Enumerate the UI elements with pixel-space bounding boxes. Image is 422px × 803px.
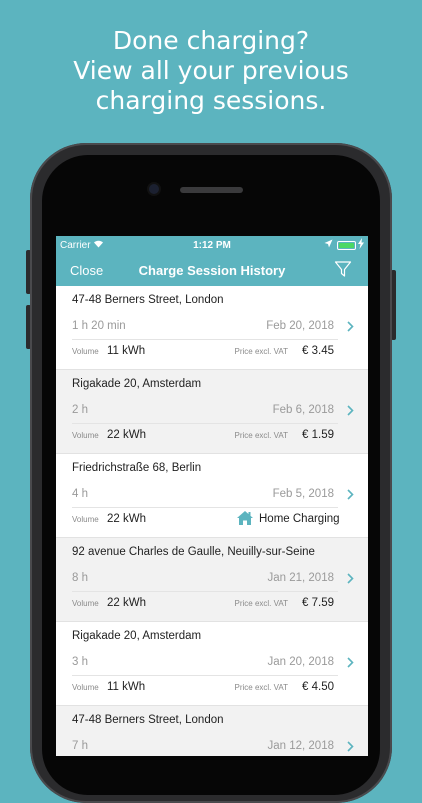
session-item[interactable]: Friedrichstraße 68, Berlin 4 h Feb 5, 20… bbox=[56, 454, 368, 538]
session-item[interactable]: 47-48 Berners Street, London 1 h 20 min … bbox=[56, 286, 368, 370]
session-duration: 1 h 20 min bbox=[72, 320, 126, 332]
session-address: Friedrichstraße 68, Berlin bbox=[72, 462, 202, 474]
chevron-right-icon bbox=[347, 488, 354, 503]
price-value: € 4.50 bbox=[302, 681, 334, 693]
filter-icon[interactable] bbox=[334, 260, 352, 278]
price-label: Price excl. VAT bbox=[234, 683, 289, 692]
earpiece-speaker bbox=[180, 187, 243, 193]
session-date: Jan 20, 2018 bbox=[267, 656, 334, 668]
session-date: Jan 21, 2018 bbox=[267, 572, 334, 584]
volume-value: 11 kWh bbox=[107, 681, 146, 693]
session-duration: 7 h bbox=[72, 740, 88, 752]
volume-value: 22 kWh bbox=[107, 429, 146, 441]
home-charging-label: Home Charging bbox=[259, 513, 340, 525]
promo-headline: Done charging? View all your previous ch… bbox=[0, 26, 422, 116]
chevron-right-icon bbox=[347, 740, 354, 755]
volume-label: Volume bbox=[72, 347, 99, 356]
volume-value: 22 kWh bbox=[107, 513, 146, 525]
home-icon bbox=[236, 510, 254, 526]
volume-label: Volume bbox=[72, 683, 99, 692]
row-divider bbox=[72, 423, 338, 424]
session-duration: 3 h bbox=[72, 656, 88, 668]
price-value: € 7.59 bbox=[302, 597, 334, 609]
row-divider bbox=[72, 591, 338, 592]
price-label: Price excl. VAT bbox=[234, 347, 289, 356]
session-duration: 2 h bbox=[72, 404, 88, 416]
session-date: Feb 6, 2018 bbox=[272, 404, 334, 416]
row-divider bbox=[72, 507, 338, 508]
battery-icon bbox=[337, 241, 356, 250]
session-item[interactable]: Rigakade 20, Amsterdam 3 h Jan 20, 2018 … bbox=[56, 622, 368, 706]
volume-value: 11 kWh bbox=[107, 345, 146, 357]
price-value: € 3.45 bbox=[302, 345, 334, 357]
price-label: Price excl. VAT bbox=[234, 599, 289, 608]
headline-line-3: charging sessions. bbox=[95, 86, 327, 115]
session-item[interactable]: 47-48 Berners Street, London 7 h Jan 12,… bbox=[56, 706, 368, 756]
chevron-right-icon bbox=[347, 572, 354, 587]
headline-line-2: View all your previous bbox=[73, 56, 349, 85]
session-address: 47-48 Berners Street, London bbox=[72, 714, 224, 726]
chevron-right-icon bbox=[347, 320, 354, 335]
session-address: 92 avenue Charles de Gaulle, Neuilly-sur… bbox=[72, 546, 315, 558]
page-title: Charge Session History bbox=[138, 263, 286, 278]
session-address: Rigakade 20, Amsterdam bbox=[72, 378, 202, 390]
session-date: Feb 20, 2018 bbox=[266, 320, 334, 332]
row-divider bbox=[72, 339, 338, 340]
volume-value: 22 kWh bbox=[107, 597, 146, 609]
charging-bolt-icon bbox=[358, 238, 364, 251]
location-icon bbox=[324, 239, 333, 250]
front-camera bbox=[149, 184, 159, 194]
chevron-right-icon bbox=[347, 404, 354, 419]
status-time: 1:12 PM bbox=[193, 240, 231, 251]
session-address: 47-48 Berners Street, London bbox=[72, 294, 224, 306]
volume-label: Volume bbox=[72, 431, 99, 440]
session-list: 47-48 Berners Street, London 1 h 20 min … bbox=[56, 286, 368, 756]
chevron-right-icon bbox=[347, 656, 354, 671]
status-bar: Carrier 1:12 PM bbox=[56, 236, 368, 254]
app-screen: Carrier 1:12 PM Close Charge Session His… bbox=[56, 236, 368, 756]
session-duration: 4 h bbox=[72, 488, 88, 500]
nav-bar: Close Charge Session History bbox=[56, 254, 368, 286]
price-label: Price excl. VAT bbox=[234, 431, 289, 440]
row-divider bbox=[72, 675, 338, 676]
session-date: Jan 12, 2018 bbox=[267, 740, 334, 752]
volume-label: Volume bbox=[72, 515, 99, 524]
session-duration: 8 h bbox=[72, 572, 88, 584]
session-date: Feb 5, 2018 bbox=[272, 488, 334, 500]
price-value: € 1.59 bbox=[302, 429, 334, 441]
session-item[interactable]: 92 avenue Charles de Gaulle, Neuilly-sur… bbox=[56, 538, 368, 622]
session-address: Rigakade 20, Amsterdam bbox=[72, 630, 202, 642]
volume-label: Volume bbox=[72, 599, 99, 608]
headline-line-1: Done charging? bbox=[112, 26, 310, 55]
session-item[interactable]: Rigakade 20, Amsterdam 2 h Feb 6, 2018 V… bbox=[56, 370, 368, 454]
